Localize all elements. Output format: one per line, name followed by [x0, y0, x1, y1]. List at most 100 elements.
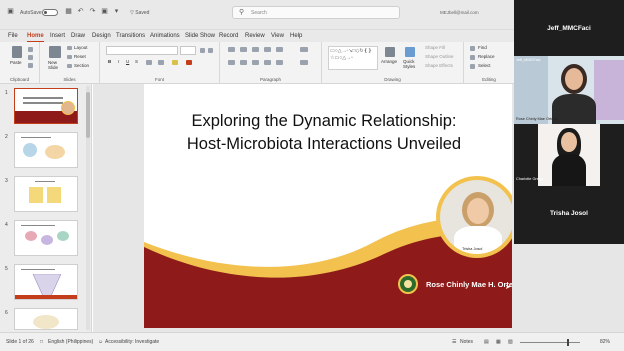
quick-styles-button[interactable]: Quick Styles — [403, 59, 419, 69]
reading-view-icon[interactable]: ▧ — [508, 339, 513, 345]
language-indicator[interactable]: English (Philippines) — [48, 339, 93, 345]
tab-animations[interactable]: Animations — [150, 32, 180, 42]
increase-font-icon[interactable] — [200, 48, 205, 53]
decrease-font-icon[interactable] — [208, 48, 213, 53]
account-email[interactable]: MEJbell@mail.com — [440, 10, 479, 15]
new-slide-icon[interactable] — [49, 46, 61, 58]
section-button[interactable]: Section — [74, 63, 89, 68]
redo-icon[interactable]: ↷ — [88, 7, 97, 16]
select-button[interactable]: Select — [478, 63, 491, 68]
justify-icon[interactable] — [264, 60, 271, 65]
save-icon[interactable]: ▦ — [64, 7, 73, 16]
present-icon[interactable]: ▣ — [100, 7, 109, 16]
slide-thumbnail-2[interactable] — [14, 132, 78, 168]
thumbnail-scrollbar-thumb[interactable] — [86, 92, 90, 138]
shape-effects-button[interactable]: Shape Effects — [425, 63, 453, 68]
smartart-icon[interactable] — [300, 60, 308, 65]
character-spacing-icon[interactable] — [146, 60, 152, 65]
bullets-icon[interactable] — [228, 47, 235, 52]
shape-outline-button[interactable]: Shape Outline — [425, 54, 454, 59]
copy-icon[interactable] — [28, 55, 33, 60]
increase-indent-icon[interactable] — [264, 47, 271, 52]
slide-thumbnail-4[interactable] — [14, 220, 78, 256]
tab-view[interactable]: View — [271, 32, 284, 42]
editing-group: Find Replace Select Editing — [464, 42, 514, 84]
paste-icon[interactable] — [12, 46, 22, 58]
thumbnail-title-line — [23, 97, 63, 99]
normal-view-icon[interactable]: ▤ — [484, 339, 489, 345]
decrease-indent-icon[interactable] — [252, 47, 259, 52]
notes-icon: ☰ — [452, 339, 457, 345]
zoom-slider-handle[interactable] — [567, 339, 569, 346]
document-status: ▽ Saved — [130, 10, 150, 16]
format-painter-icon[interactable] — [28, 63, 33, 68]
quick-styles-icon[interactable] — [405, 47, 415, 57]
zoom-level[interactable]: 82% — [600, 339, 610, 345]
slide-sorter-icon[interactable]: ▦ — [496, 339, 501, 345]
cut-icon[interactable] — [28, 47, 33, 52]
notes-button[interactable]: Notes — [460, 339, 473, 345]
underline-icon[interactable]: U — [126, 59, 129, 64]
participant-tile-1[interactable]: Jeff_MMCFaci — [514, 0, 624, 56]
reset-button[interactable]: Reset — [74, 54, 86, 59]
ribbon-tabs: File Home Insert Draw Design Transitions… — [0, 30, 514, 42]
tab-record[interactable]: Record — [219, 32, 238, 42]
spell-check-icon[interactable]: □ — [40, 339, 43, 345]
font-color-icon[interactable] — [186, 60, 192, 65]
autosave-toggle[interactable] — [42, 9, 58, 16]
arrange-button[interactable]: Arrange — [381, 59, 397, 64]
tab-insert[interactable]: Insert — [50, 32, 65, 42]
paste-button[interactable]: Paste — [10, 60, 22, 65]
search-box[interactable]: ⚲ Search — [232, 6, 400, 19]
slide-thumbnail-3[interactable] — [14, 176, 78, 212]
align-center-icon[interactable] — [240, 60, 247, 65]
tab-review[interactable]: Review — [245, 32, 265, 42]
participant-tile-2[interactable]: Jeff_MMCFaci Rose Chinly Mae Ortega — [514, 56, 624, 124]
align-left-icon[interactable] — [228, 60, 235, 65]
editing-group-label: Editing — [482, 77, 496, 82]
change-case-icon[interactable] — [158, 60, 164, 65]
shape-fill-button[interactable]: Shape Fill — [425, 45, 445, 50]
tab-help[interactable]: Help — [290, 32, 302, 42]
tab-design[interactable]: Design — [92, 32, 111, 42]
highlight-icon[interactable] — [172, 60, 178, 65]
new-slide-button[interactable]: New Slide — [48, 60, 68, 70]
section-icon — [67, 64, 72, 68]
slide-thumbnail-1[interactable] — [14, 88, 78, 124]
find-button[interactable]: Find — [478, 45, 487, 50]
tab-home[interactable]: Home — [27, 32, 44, 42]
italic-icon[interactable]: I — [118, 59, 119, 64]
arrange-icon[interactable] — [385, 47, 395, 57]
slide-thumbnail-6[interactable] — [14, 308, 78, 330]
paragraph-group-label: Paragraph — [259, 77, 281, 82]
layout-button[interactable]: Layout — [74, 45, 88, 50]
undo-icon[interactable]: ↶ — [76, 7, 85, 16]
current-slide[interactable]: Exploring the Dynamic Relationship: Host… — [144, 84, 512, 328]
accessibility-status[interactable]: Accessibility: Investigate — [105, 339, 159, 345]
zoom-slider[interactable] — [520, 342, 580, 343]
speaker-face — [467, 198, 489, 224]
tab-slide-show[interactable]: Slide Show — [185, 32, 215, 42]
columns-icon[interactable] — [276, 60, 283, 65]
replace-button[interactable]: Replace — [478, 54, 495, 59]
text-direction-icon[interactable] — [300, 47, 308, 52]
tab-draw[interactable]: Draw — [71, 32, 85, 42]
thumbnail-scrollbar[interactable] — [86, 86, 90, 330]
customize-toolbar-icon[interactable]: ▾ — [112, 7, 121, 16]
participant-tile-3[interactable]: Charlotte Gregg — [514, 124, 624, 186]
reset-icon — [67, 55, 72, 59]
participant-tile-4[interactable]: Trisha Josol — [514, 186, 624, 244]
numbering-icon[interactable] — [240, 47, 247, 52]
tab-file[interactable]: File — [8, 32, 18, 42]
bold-icon[interactable]: B — [108, 59, 111, 64]
slide-thumbnail-5[interactable] — [14, 264, 78, 300]
tab-transitions[interactable]: Transitions — [116, 32, 145, 42]
font-size-dropdown[interactable] — [180, 46, 196, 55]
font-family-dropdown[interactable] — [106, 46, 178, 55]
strikethrough-icon[interactable]: S — [135, 59, 138, 64]
align-right-icon[interactable] — [252, 60, 259, 65]
search-icon: ⚲ — [239, 9, 245, 16]
shapes-gallery[interactable]: ▭○△→▫↘□◇↻❴❵☆▭○△→▫ — [328, 46, 378, 70]
mouse-cursor-icon: ➤ — [505, 284, 511, 291]
line-spacing-icon[interactable] — [276, 47, 283, 52]
